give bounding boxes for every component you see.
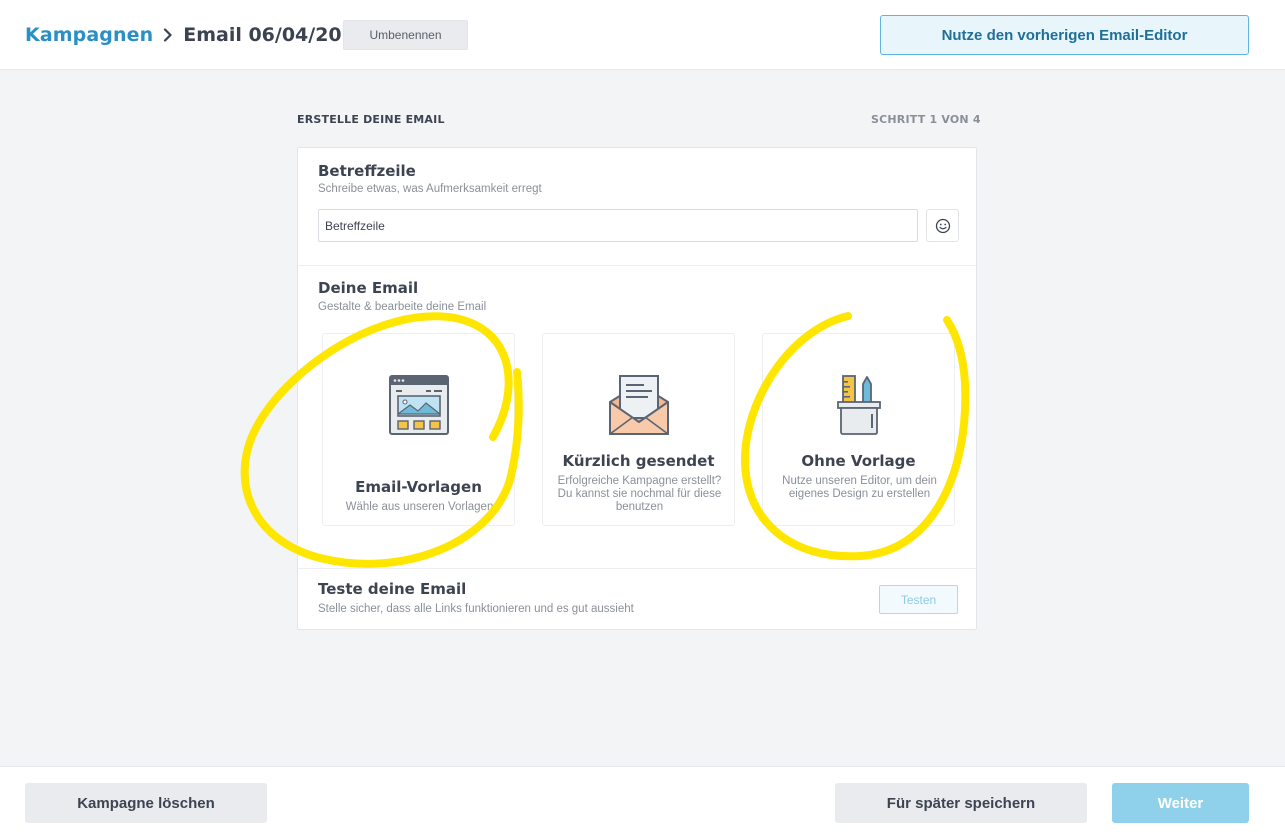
create-email-heading: ERSTELLE DEINE EMAIL [297, 113, 445, 126]
option-email-templates[interactable]: Email-Vorlagen Wähle aus unseren Vorlage… [322, 333, 515, 526]
subject-input[interactable] [318, 209, 918, 242]
subject-title: Betreffzeile [318, 162, 416, 180]
top-bar: Kampagnen Email 06/04/20 Umbenennen Nutz… [0, 0, 1285, 70]
option-description: Nutze unseren Editor, um dein eigenes De… [782, 475, 937, 500]
template-browser-icon [388, 374, 450, 440]
option-no-template[interactable]: Ohne Vorlage Nutze unseren Editor, um de… [762, 333, 955, 526]
test-title: Teste deine Email [318, 580, 467, 598]
email-setup-card: Betreffzeile Schreibe etwas, was Aufmerk… [297, 147, 977, 630]
breadcrumb-current-email: Email 06/04/20 [183, 24, 342, 46]
test-button[interactable]: Testen [879, 585, 958, 614]
option-recently-sent[interactable]: Kürzlich gesendet Erfolgreiche Kampagne … [542, 333, 735, 526]
emoji-button[interactable] [926, 209, 959, 242]
rename-button[interactable]: Umbenennen [343, 20, 468, 50]
email-subtitle: Gestalte & bearbeite deine Email [318, 301, 487, 313]
option-description: Wähle aus unseren Vorlagen [345, 501, 494, 513]
breadcrumb-campaigns-link[interactable]: Kampagnen [25, 24, 153, 46]
option-title: Ohne Vorlage [801, 452, 916, 470]
test-subtitle: Stelle sicher, dass alle Links funktioni… [318, 603, 634, 615]
use-previous-editor-button[interactable]: Nutze den vorherigen Email-Editor [880, 15, 1249, 55]
chevron-right-icon [153, 20, 183, 50]
option-title: Kürzlich gesendet [562, 452, 715, 470]
open-envelope-icon [608, 374, 670, 440]
bottom-bar: Kampagne löschen Für später speichern We… [0, 766, 1285, 832]
delete-campaign-button[interactable]: Kampagne löschen [25, 783, 267, 823]
step-progress: SCHRITT 1 VON 4 [871, 113, 981, 126]
divider [298, 265, 976, 266]
email-title: Deine Email [318, 279, 419, 297]
breadcrumb: Kampagnen Email 06/04/20 [25, 20, 342, 50]
pencil-cup-icon [835, 374, 883, 440]
option-title: Email-Vorlagen [355, 478, 482, 496]
subject-subtitle: Schreibe etwas, was Aufmerksamkeit erreg… [318, 183, 542, 195]
save-for-later-button[interactable]: Für später speichern [835, 783, 1087, 823]
smiley-icon [935, 218, 950, 233]
option-description: Erfolgreiche Kampagne erstellt? Du kanns… [557, 475, 722, 513]
divider [298, 568, 976, 569]
next-button[interactable]: Weiter [1112, 783, 1249, 823]
